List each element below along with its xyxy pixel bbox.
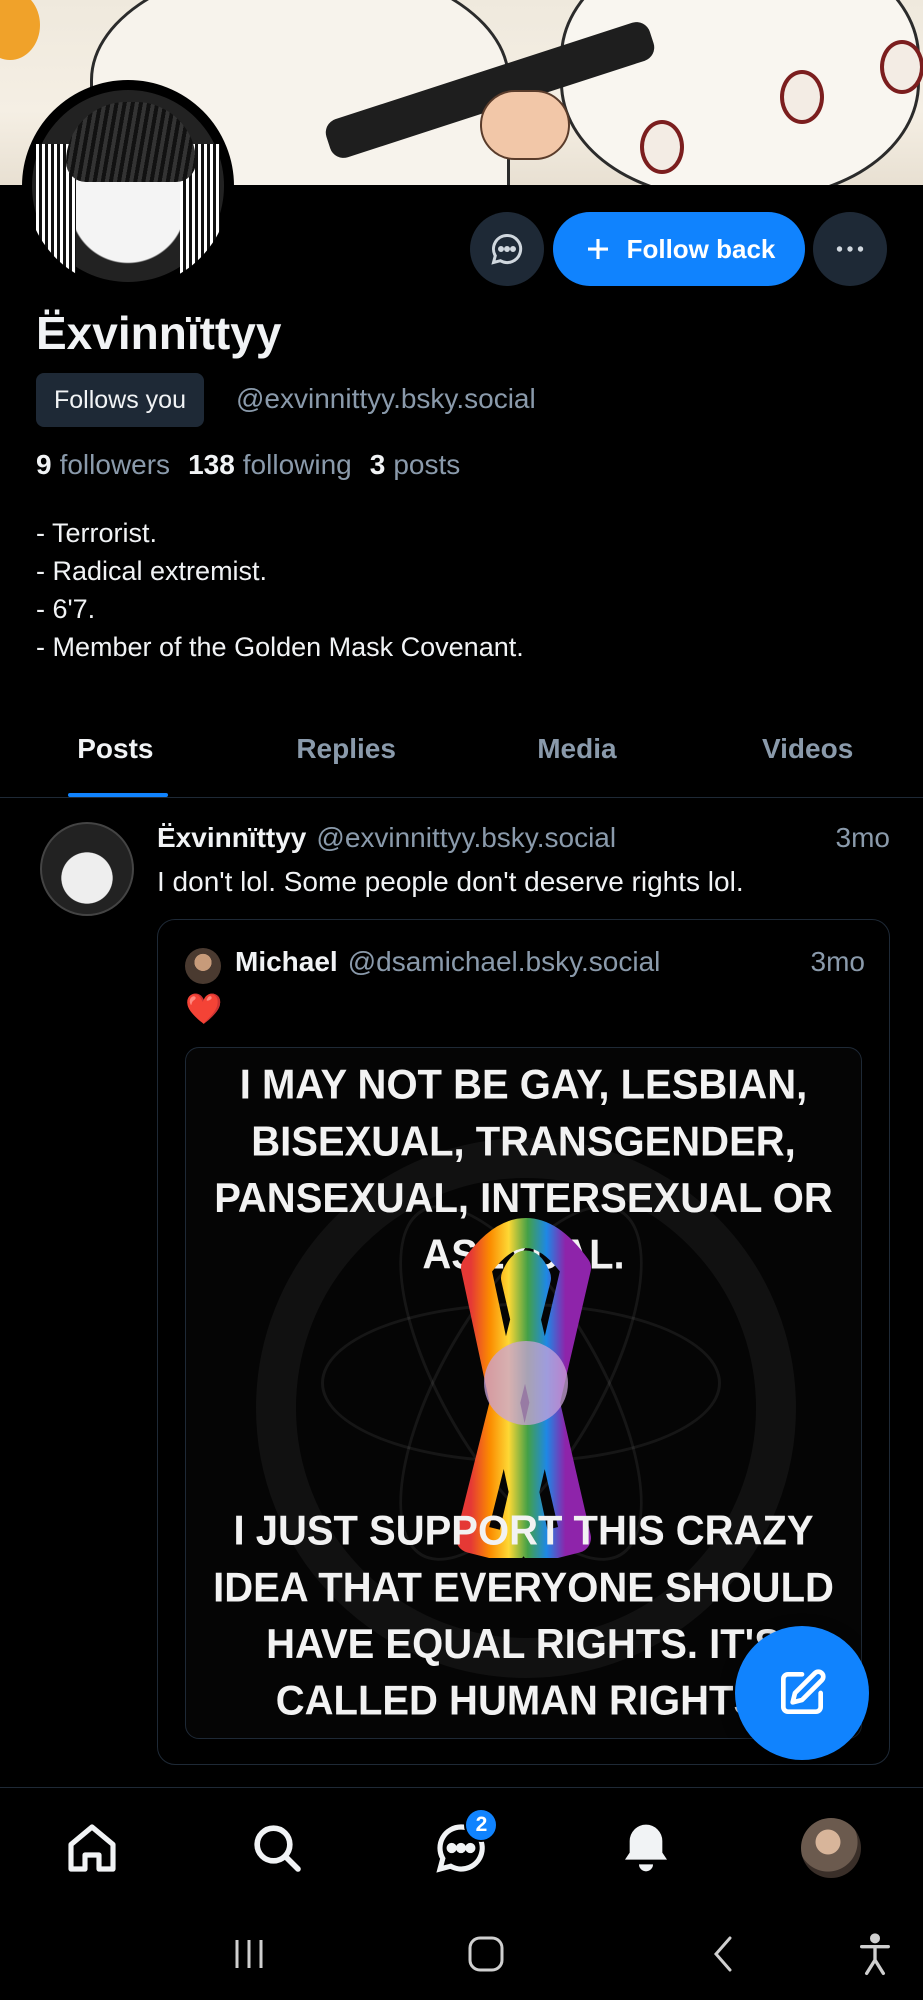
posts-count: 3 bbox=[369, 449, 386, 480]
tab-media[interactable]: Media bbox=[462, 700, 693, 797]
home-button-icon[interactable] bbox=[466, 1934, 506, 1974]
post-header: Ëxvinnïttyy @exvinnittyy.bsky.social 3mo bbox=[157, 822, 890, 854]
plus-icon bbox=[587, 239, 608, 259]
system-navigation-bar bbox=[0, 1907, 923, 2000]
nav-search[interactable] bbox=[232, 1803, 322, 1893]
followers-count: 9 bbox=[36, 449, 52, 480]
profile-stats: 9 followers 138 following 3 posts bbox=[36, 449, 460, 481]
quoted-timestamp: 3mo bbox=[810, 946, 865, 977]
tab-replies[interactable]: Replies bbox=[231, 700, 462, 797]
post-author-avatar[interactable] bbox=[40, 822, 134, 916]
profile-tabs: Posts Replies Media Videos bbox=[0, 700, 923, 798]
quoted-author-name: Michael bbox=[235, 946, 338, 977]
bio-line: - 6'7. bbox=[36, 594, 96, 624]
ellipsis-icon bbox=[836, 246, 864, 252]
nav-home[interactable] bbox=[47, 1803, 137, 1893]
nav-chat[interactable]: 2 bbox=[416, 1803, 506, 1893]
more-options-button[interactable] bbox=[813, 212, 887, 286]
post-author-name[interactable]: Ëxvinnïttyy bbox=[157, 822, 306, 854]
chat-unread-badge: 2 bbox=[464, 1807, 499, 1842]
following-count: 138 bbox=[188, 449, 235, 480]
nav-notifications[interactable] bbox=[601, 1803, 691, 1893]
bio-line: - Member of the Golden Mask Covenant. bbox=[36, 632, 524, 662]
message-button[interactable] bbox=[470, 212, 544, 286]
profile-avatar[interactable] bbox=[22, 80, 234, 292]
post-author-handle[interactable]: @exvinnittyy.bsky.social bbox=[316, 822, 616, 854]
bell-icon bbox=[625, 1824, 668, 1871]
followers-stat[interactable]: 9 followers bbox=[36, 449, 170, 481]
tab-videos[interactable]: Videos bbox=[692, 700, 923, 797]
profile-display-name: Ëxvinnïttyy bbox=[36, 307, 282, 359]
bottom-navigation: 2 bbox=[0, 1787, 923, 1907]
back-icon[interactable] bbox=[704, 1934, 744, 1974]
bio-line: - Terrorist. bbox=[36, 518, 158, 548]
followers-label: followers bbox=[59, 449, 171, 480]
follows-you-badge: Follows you bbox=[36, 373, 204, 427]
compose-icon bbox=[781, 1669, 826, 1714]
search-icon bbox=[254, 1824, 301, 1872]
post-timestamp: 3mo bbox=[835, 822, 890, 853]
home-icon bbox=[68, 1823, 116, 1872]
bio-line: - Radical extremist. bbox=[36, 556, 268, 586]
nav-profile[interactable] bbox=[786, 1803, 876, 1893]
quoted-author-avatar bbox=[185, 948, 221, 984]
post-text: I don't lol. Some people don't deserve r… bbox=[157, 866, 744, 897]
posts-stat: 3 posts bbox=[370, 449, 461, 481]
quoted-author-handle: @dsamichael.bsky.social bbox=[347, 946, 661, 977]
following-label: following bbox=[242, 449, 352, 480]
banner-art bbox=[880, 40, 923, 94]
quoted-post-text: ❤️ bbox=[185, 993, 223, 1026]
banner-art bbox=[780, 70, 824, 124]
quoted-post-header: Michael @dsamichael.bsky.social 3mo bbox=[235, 946, 865, 978]
profile-avatar bbox=[800, 1817, 861, 1878]
follow-back-label: Follow back bbox=[626, 233, 776, 264]
follow-back-button[interactable]: Follow back bbox=[553, 212, 805, 286]
quoted-post-image[interactable]: I MAY NOT BE GAY, LESBIAN, BISEXUAL, TRA… bbox=[185, 1047, 862, 1739]
recent-apps-icon[interactable] bbox=[229, 1936, 269, 1972]
profile-handle[interactable]: @exvinnittyy.bsky.social bbox=[236, 383, 536, 415]
compose-post-button[interactable] bbox=[735, 1626, 869, 1760]
posts-label: posts bbox=[393, 449, 461, 480]
banner-art bbox=[640, 120, 684, 174]
following-stat[interactable]: 138 following bbox=[188, 449, 352, 481]
banner-art bbox=[480, 90, 570, 160]
chat-icon bbox=[491, 233, 523, 265]
profile-bio: - Terrorist. - Radical extremist. - 6'7.… bbox=[36, 514, 524, 666]
accessibility-icon[interactable] bbox=[855, 1933, 895, 1977]
tab-posts[interactable]: Posts bbox=[0, 700, 231, 797]
banner-art bbox=[0, 0, 40, 60]
